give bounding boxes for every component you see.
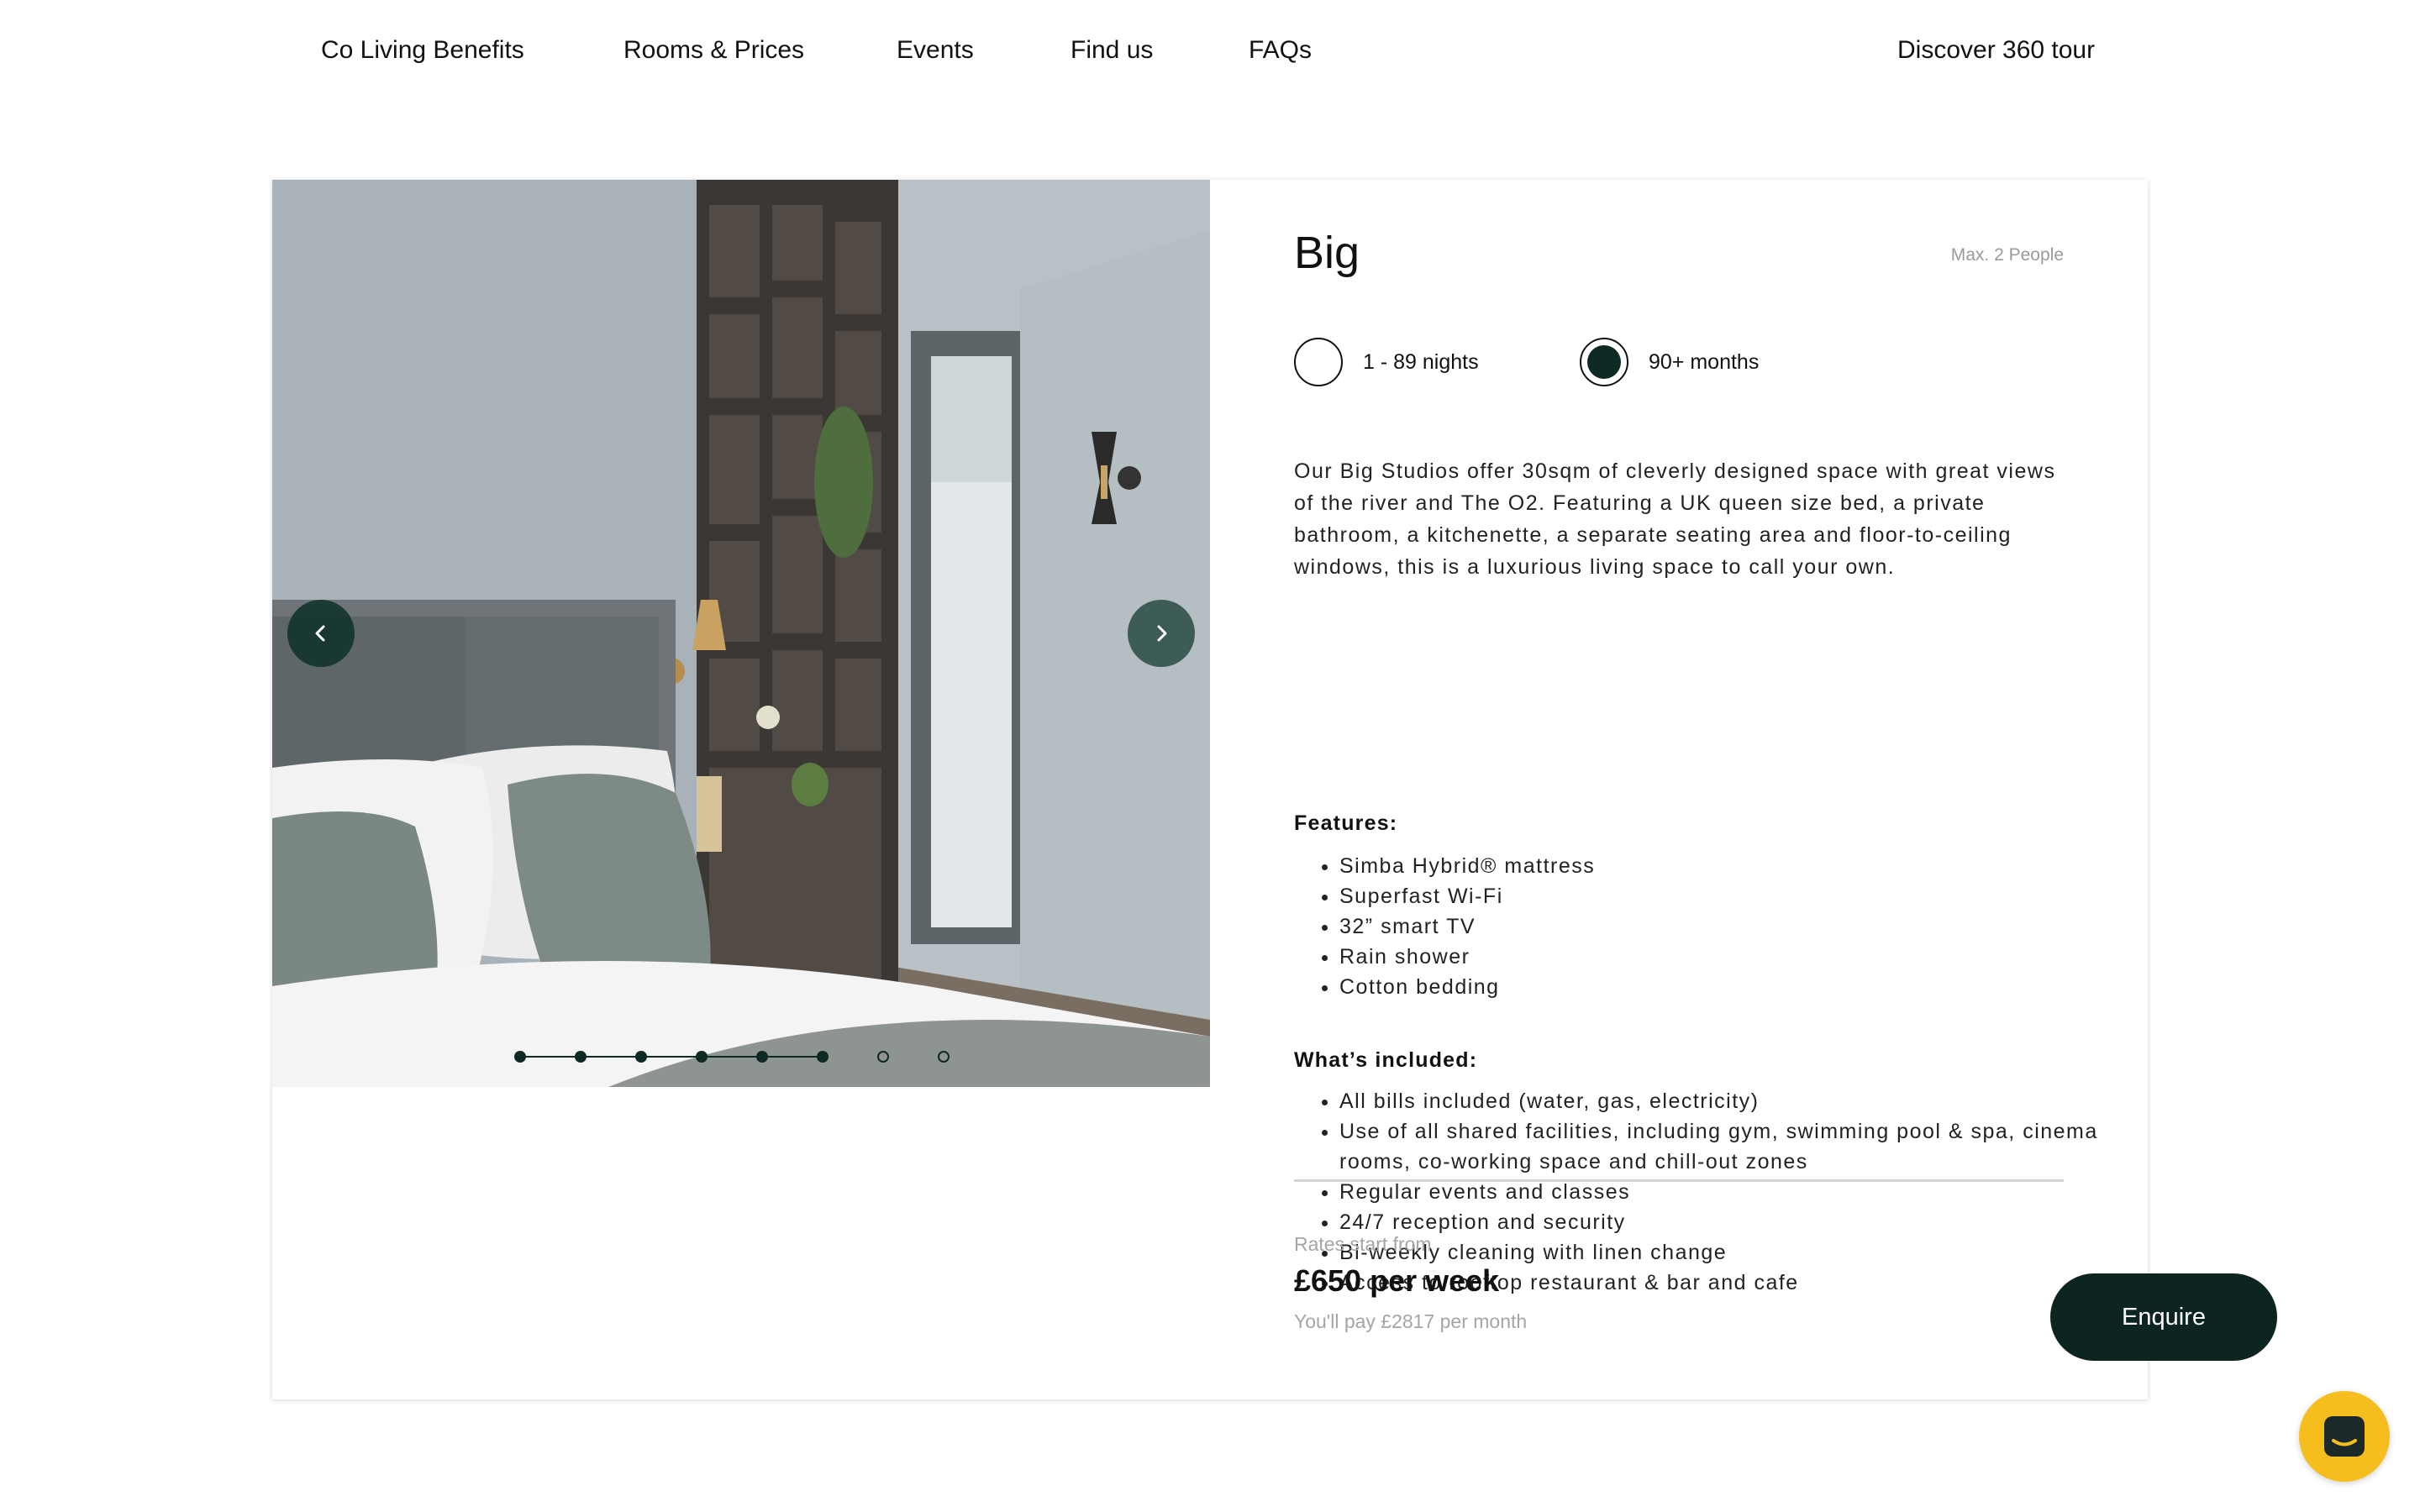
nav-co-living-benefits[interactable]: Co Living Benefits: [321, 34, 524, 67]
slide-progress-line: [520, 1056, 823, 1058]
chat-icon: [2324, 1416, 2365, 1457]
stay-option-short-label: 1 - 89 nights: [1363, 349, 1479, 374]
nav-rooms-prices[interactable]: Rooms & Prices: [623, 34, 804, 67]
slide-dot-1[interactable]: [514, 1051, 526, 1063]
stay-option-long[interactable]: 90+ months: [1580, 336, 1759, 388]
slide-dot-5[interactable]: [756, 1051, 768, 1063]
divider: [1294, 1179, 2064, 1182]
nav-faqs[interactable]: FAQs: [1249, 34, 1312, 67]
weekly-price: £650 per week: [1294, 1263, 1500, 1298]
list-item: 24/7 reception and security: [1339, 1207, 2146, 1237]
room-description: Our Big Studios offer 30sqm of cleverly …: [1294, 459, 2056, 579]
rates-label: Rates start from: [1294, 1233, 1432, 1255]
list-item: Cotton bedding: [1339, 972, 2146, 1002]
list-item: Rain shower: [1339, 942, 2146, 972]
stay-option-long-label: 90+ months: [1649, 349, 1760, 374]
discover-360-tour-link[interactable]: Discover 360 tour: [1897, 34, 2095, 67]
previous-slide-button[interactable]: [287, 600, 355, 667]
slide-dot-8[interactable]: [938, 1051, 950, 1063]
slide-dot-4[interactable]: [696, 1051, 708, 1063]
features-list: Simba Hybrid® mattress Superfast Wi-Fi 3…: [1294, 851, 2146, 1002]
room-capacity: Max. 2 People: [1950, 245, 2064, 265]
nav-find-us[interactable]: Find us: [1071, 34, 1153, 67]
chevron-left-icon: [315, 625, 325, 642]
room-details: Big Max. 2 People 1 - 89 nights 90+ mont…: [1210, 180, 2277, 1399]
room-title: Big: [1294, 228, 1360, 278]
slide-dot-7[interactable]: [877, 1051, 889, 1063]
room-card: Big Max. 2 People 1 - 89 nights 90+ mont…: [272, 180, 2277, 1399]
monthly-price-note: You'll pay £2817 per month: [1294, 1310, 1528, 1332]
radio-short-stay[interactable]: [1294, 338, 1343, 386]
list-item: 32” smart TV: [1339, 911, 2146, 942]
slide-dot-3[interactable]: [635, 1051, 647, 1063]
chevron-right-icon: [1157, 625, 1167, 642]
enquire-button[interactable]: Enquire: [2050, 1273, 2277, 1361]
slide-dot-6[interactable]: [817, 1051, 829, 1063]
chat-launcher-button[interactable]: [2299, 1391, 2390, 1482]
included-heading: What’s included:: [1294, 1048, 1478, 1072]
next-slide-button[interactable]: [1128, 600, 1195, 667]
slide-dot-2[interactable]: [575, 1051, 587, 1063]
list-item: Use of all shared facilities, including …: [1339, 1116, 2146, 1177]
list-item: All bills included (water, gas, electric…: [1339, 1086, 2146, 1116]
list-item: Simba Hybrid® mattress: [1339, 851, 2146, 881]
radio-long-stay[interactable]: [1580, 338, 1628, 386]
slide-indicator: [514, 1047, 951, 1067]
list-item: Superfast Wi-Fi: [1339, 881, 2146, 911]
features-heading: Features:: [1294, 811, 1398, 835]
room-photo: [272, 180, 1210, 1087]
radio-selected-indicator: [1587, 345, 1621, 379]
nav-events[interactable]: Events: [897, 34, 974, 67]
top-navigation: Co Living Benefits Rooms & Prices Events…: [0, 0, 2420, 101]
room-photo-gallery: [272, 180, 1210, 1087]
stay-option-short[interactable]: 1 - 89 nights: [1294, 336, 1479, 388]
